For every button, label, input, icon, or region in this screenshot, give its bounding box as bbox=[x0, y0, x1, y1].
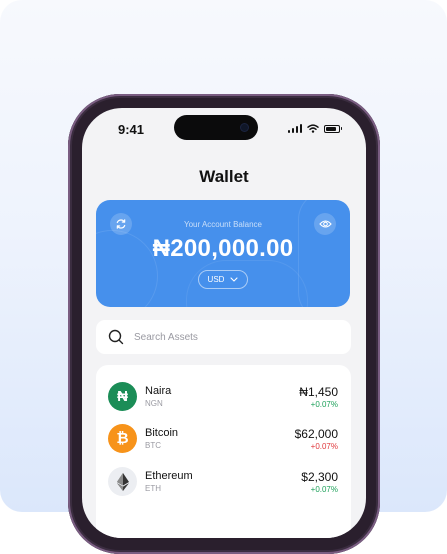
asset-change: +0.07% bbox=[310, 442, 338, 451]
asset-price: ₦1,450 bbox=[299, 385, 338, 399]
balance-card: Your Account Balance ₦200,000.00 USD bbox=[96, 200, 350, 307]
eye-icon bbox=[318, 220, 332, 228]
ethereum-icon bbox=[108, 467, 137, 496]
asset-name: Bitcoin bbox=[145, 427, 179, 439]
asset-code: ETH bbox=[145, 484, 161, 493]
battery-icon bbox=[324, 124, 342, 133]
asset-code: BTC bbox=[145, 441, 161, 450]
asset-name: Naira bbox=[145, 385, 172, 397]
balance-label: Your Account Balance bbox=[184, 220, 262, 229]
signal-icon bbox=[287, 124, 302, 133]
search-input[interactable]: Search Assets bbox=[134, 332, 198, 343]
chevron-down-icon bbox=[230, 277, 238, 282]
asset-row-ethereum[interactable]: Ethereum ETH $2,300 +0.07% bbox=[108, 467, 338, 497]
phone-screen: 9:41 Wallet Your Account Balance ₦200,00… bbox=[82, 108, 366, 538]
status-time: 9:41 bbox=[118, 122, 145, 137]
asset-change: +0.07% bbox=[310, 485, 338, 494]
status-icons bbox=[287, 124, 342, 133]
wifi-icon bbox=[307, 124, 319, 133]
balance-amount: ₦200,000.00 bbox=[152, 235, 294, 262]
naira-icon: ₦ bbox=[108, 382, 137, 411]
camera-icon bbox=[241, 124, 248, 131]
asset-name: Ethereum bbox=[145, 470, 193, 482]
search-icon bbox=[108, 329, 124, 345]
asset-row-bitcoin[interactable]: ₿ Bitcoin BTC $62,000 +0.07% bbox=[108, 424, 338, 454]
toggle-visibility-button[interactable] bbox=[314, 213, 336, 235]
asset-row-naira[interactable]: ₦ Naira NGN ₦1,450 +0.07% bbox=[108, 382, 338, 412]
dynamic-island bbox=[174, 115, 258, 140]
asset-code: NGN bbox=[145, 399, 163, 408]
search-bar[interactable]: Search Assets bbox=[96, 320, 351, 354]
asset-price: $62,000 bbox=[294, 427, 338, 441]
currency-selector[interactable]: USD bbox=[198, 270, 248, 289]
asset-price: $2,300 bbox=[301, 470, 338, 484]
asset-change: +0.07% bbox=[310, 400, 338, 409]
page-title: Wallet bbox=[199, 167, 249, 186]
asset-list: ₦ Naira NGN ₦1,450 +0.07% ₿ Bitcoin BTC … bbox=[96, 365, 351, 538]
bitcoin-icon: ₿ bbox=[108, 424, 137, 453]
currency-label: USD bbox=[207, 275, 225, 284]
